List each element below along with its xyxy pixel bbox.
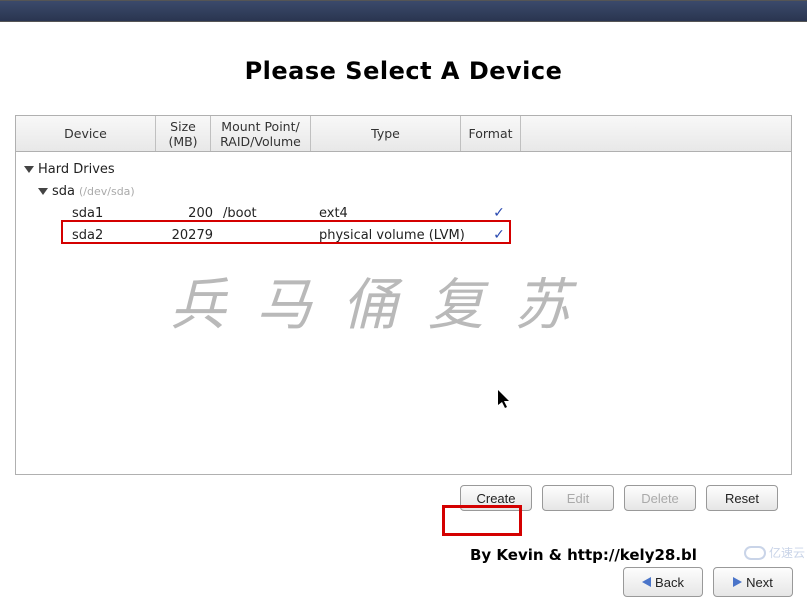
arrow-right-icon [733,577,742,587]
partition-size: 20279 [164,228,219,243]
col-spacer [521,116,791,151]
partition-row-sda2[interactable]: sda2 20279 physical volume (LVM) ✓ [24,224,791,246]
expand-icon[interactable] [38,188,48,195]
back-button[interactable]: Back [623,567,703,597]
col-device[interactable]: Device [16,116,156,151]
partition-name: sda2 [72,228,164,243]
partition-size: 200 [164,206,219,221]
delete-button: Delete [624,485,696,511]
tree-root-label: Hard Drives [38,162,115,177]
disk-path: (/dev/sda) [79,185,135,198]
partition-format: ✓ [469,205,529,221]
device-tree: Hard Drives sda (/dev/sda) sda1 200 /boo… [16,152,791,246]
corner-logo-text: 亿速云 [769,544,805,561]
disk-name: sda [52,184,75,199]
partition-type: physical volume (LVM) [319,228,469,243]
col-type[interactable]: Type [311,116,461,151]
partition-mount: /boot [219,206,319,221]
check-icon: ✓ [493,205,505,221]
action-button-row: Create Edit Delete Reset [15,475,792,511]
tree-disk-sda[interactable]: sda (/dev/sda) [24,180,791,202]
window-title-bar [0,0,807,22]
check-icon: ✓ [493,227,505,243]
back-label: Back [655,575,684,590]
expand-icon[interactable] [24,166,34,173]
device-table-panel: Device Size (MB) Mount Point/ RAID/Volum… [15,115,792,475]
cloud-icon [744,546,766,560]
attribution-text: By Kevin & http://kely28.bl [470,546,697,564]
col-format[interactable]: Format [461,116,521,151]
corner-logo: 亿速云 [744,544,805,561]
edit-button: Edit [542,485,614,511]
partition-row-sda1[interactable]: sda1 200 /boot ext4 ✓ [24,202,791,224]
reset-button[interactable]: Reset [706,485,778,511]
next-label: Next [746,575,773,590]
col-size[interactable]: Size (MB) [156,116,211,151]
nav-button-row: Back Next [623,567,793,597]
page-title: Please Select A Device [15,57,792,85]
col-mount[interactable]: Mount Point/ RAID/Volume [211,116,311,151]
partition-type: ext4 [319,206,469,221]
create-button[interactable]: Create [460,485,532,511]
table-header-row: Device Size (MB) Mount Point/ RAID/Volum… [16,116,791,152]
next-button[interactable]: Next [713,567,793,597]
partition-name: sda1 [72,206,164,221]
tree-root-hard-drives[interactable]: Hard Drives [24,158,791,180]
arrow-left-icon [642,577,651,587]
partition-format: ✓ [469,227,529,243]
